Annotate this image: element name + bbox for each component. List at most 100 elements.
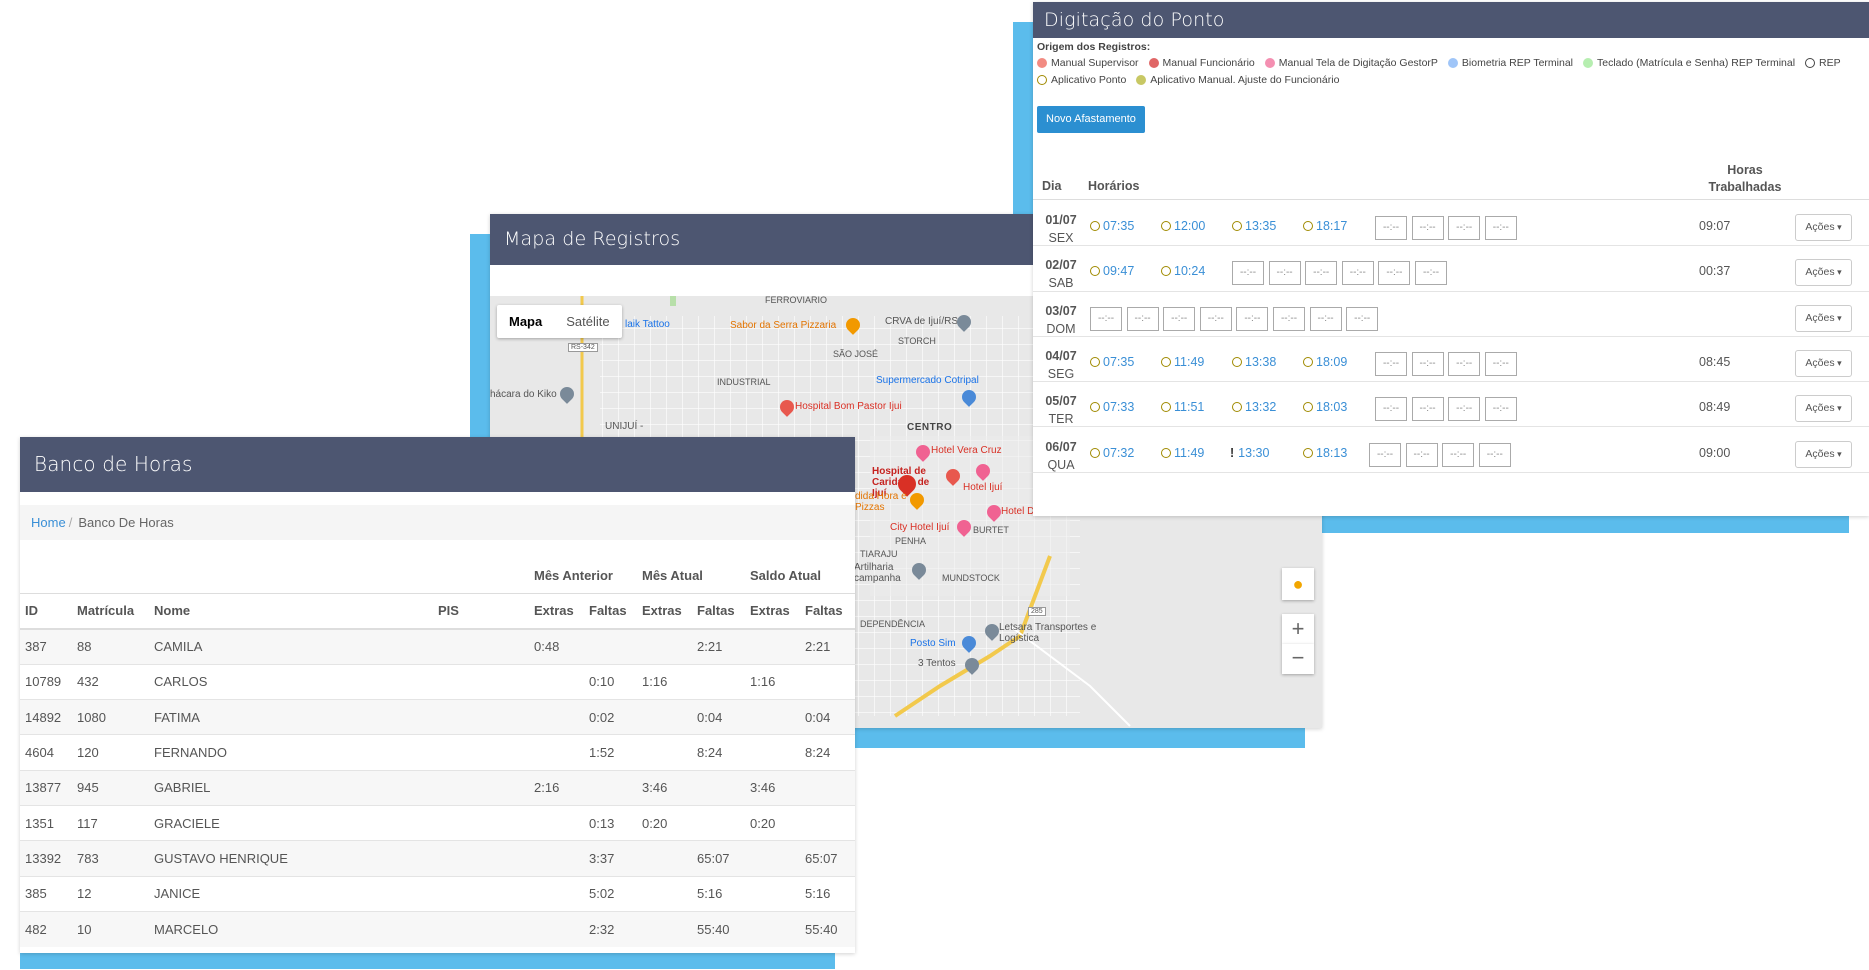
time-slot-input[interactable]: --:-- [1341, 261, 1374, 286]
ponto-day: 03/07 DOM [1041, 302, 1081, 338]
punch-time[interactable]: 18:13 [1303, 446, 1347, 460]
map-type-satelite[interactable]: Satélite [554, 305, 621, 338]
table-row[interactable]: 13877 945 GABRIEL 2:16 3:46 3:46 [20, 769, 855, 806]
breadcrumb-current: Banco De Horas [78, 515, 174, 530]
table-row[interactable]: 4604 120 FERNANDO 1:52 8:24 8:24 [20, 734, 855, 771]
time-slot-input[interactable]: --:-- [1484, 351, 1517, 376]
column-header[interactable]: Extras [529, 592, 584, 630]
time-slot-input[interactable]: --:-- [1448, 351, 1481, 376]
time-slot-input[interactable]: --:-- [1484, 216, 1517, 240]
time-slot-input[interactable]: --:-- [1448, 216, 1481, 240]
table-cell: FERNANDO [149, 734, 433, 771]
table-cell: 1:16 [637, 663, 692, 700]
actions-dropdown-button[interactable]: Ações [1795, 395, 1852, 423]
actions-dropdown-button[interactable]: Ações [1795, 304, 1852, 332]
table-row[interactable]: 385 12 JANICE 5:02 5:16 5:16 [20, 875, 855, 912]
time-slot-input[interactable]: --:-- [1090, 306, 1122, 331]
actions-dropdown-button[interactable]: Ações [1795, 440, 1852, 468]
punch-time[interactable]: 18:17 [1303, 219, 1347, 233]
time-slot-input[interactable]: --:-- [1375, 216, 1407, 240]
map-label-penha: PENHA [895, 536, 927, 546]
column-header[interactable]: Faltas [800, 592, 855, 630]
punch-time[interactable]: 18:09 [1303, 355, 1347, 369]
punch-time[interactable]: 07:33 [1090, 400, 1134, 414]
actions-dropdown-button[interactable]: Ações [1795, 349, 1852, 377]
column-header[interactable]: Extras [745, 592, 800, 630]
column-header[interactable]: Matrícula [72, 592, 149, 630]
table-cell: 1080 [72, 699, 149, 735]
time-slot-input[interactable]: --:-- [1415, 261, 1447, 286]
punch-time[interactable]: 10:24 [1161, 264, 1205, 278]
table-row[interactable]: 14892 1080 FATIMA 0:02 0:04 0:04 [20, 699, 855, 735]
time-slot-input[interactable]: --:-- [1305, 261, 1338, 286]
column-header[interactable]: PIS [433, 592, 529, 630]
time-slot-input[interactable]: --:-- [1378, 261, 1411, 286]
punch-time-value: 13:38 [1245, 354, 1277, 369]
street-view-pegman-icon[interactable]: ● [1282, 568, 1314, 600]
breadcrumb-home-link[interactable]: Home [31, 515, 66, 530]
column-header[interactable]: Extras [637, 592, 692, 630]
punch-time[interactable]: 13:32 [1232, 400, 1276, 414]
ponto-table-header: Dia Horários Horas Trabalhadas [1033, 160, 1869, 200]
time-slot-input[interactable]: --:-- [1309, 306, 1342, 331]
time-slot-input[interactable]: --:-- [1484, 397, 1517, 422]
time-slot-input[interactable]: --:-- [1375, 351, 1407, 376]
time-slot-input[interactable]: --:-- [1126, 306, 1159, 331]
column-header[interactable]: ID [20, 592, 72, 630]
group-mes-anterior: Mês Anterior [534, 568, 613, 584]
punch-time-value: 18:03 [1316, 400, 1348, 415]
punch-time[interactable]: 09:47 [1090, 264, 1134, 278]
time-slot-input[interactable]: --:-- [1268, 261, 1301, 286]
table-row[interactable]: 387 88 CAMILA 0:48 2:21 2:21 [20, 628, 855, 665]
punch-time[interactable]: 11:51 [1161, 400, 1204, 414]
actions-dropdown-button[interactable]: Ações [1795, 259, 1852, 287]
time-slot-input[interactable]: --:-- [1448, 397, 1481, 422]
time-slot-input[interactable]: --:-- [1411, 397, 1444, 422]
time-slot-input[interactable]: --:-- [1369, 442, 1401, 467]
table-row[interactable]: 10789 432 CARLOS 0:10 1:16 1:16 [20, 663, 855, 700]
punch-time[interactable]: ! 13:30 [1230, 446, 1269, 460]
punch-time[interactable]: 18:03 [1303, 400, 1347, 414]
time-slot-input[interactable]: --:-- [1199, 306, 1232, 331]
app-origin-icon [1161, 447, 1171, 458]
time-slot-input[interactable]: --:-- [1273, 306, 1305, 331]
table-row[interactable]: 1351 117 GRACIELE 0:13 0:20 0:20 [20, 804, 855, 841]
table-row[interactable]: 13392 783 GUSTAVO HENRIQUE 3:37 65:07 65:07 [20, 840, 855, 877]
map-type-mapa[interactable]: Mapa [497, 305, 554, 338]
column-header[interactable]: Nome [149, 592, 433, 630]
time-slot-input[interactable]: --:-- [1375, 397, 1407, 422]
table-cell: 0:10 [584, 663, 637, 700]
time-slot-input[interactable]: --:-- [1346, 306, 1379, 331]
table-cell: 3:37 [584, 840, 637, 877]
table-cell: 10789 [20, 663, 72, 700]
column-header[interactable]: Faltas [692, 592, 745, 630]
table-cell: 2:16 [529, 769, 584, 806]
novo-afastamento-button[interactable]: Novo Afastamento [1037, 106, 1145, 133]
punch-time[interactable]: 13:38 [1232, 355, 1276, 369]
zoom-out-button[interactable]: − [1282, 644, 1314, 674]
zoom-in-button[interactable]: + [1282, 614, 1314, 644]
punch-time[interactable]: 12:00 [1161, 219, 1205, 233]
time-slot-input[interactable]: --:-- [1478, 442, 1511, 467]
time-slot-input[interactable]: --:-- [1232, 261, 1264, 286]
table-cell [745, 628, 800, 665]
punch-time[interactable]: 07:35 [1090, 355, 1134, 369]
time-slot-input[interactable]: --:-- [1405, 442, 1438, 467]
punch-time[interactable]: 07:32 [1090, 446, 1134, 460]
time-slot-input[interactable]: --:-- [1236, 306, 1269, 331]
punch-time[interactable]: 11:49 [1161, 446, 1204, 460]
time-slot-input[interactable]: --:-- [1442, 442, 1475, 467]
punch-time[interactable]: 13:35 [1232, 219, 1276, 233]
map-label-ferroviario: FERROVIÁRIO [765, 296, 828, 305]
time-slot-input[interactable]: --:-- [1411, 351, 1444, 376]
time-slot-input[interactable]: --:-- [1411, 216, 1444, 240]
actions-dropdown-button[interactable]: Ações [1795, 214, 1852, 241]
map-label-tentos: 3 Tentos [918, 658, 956, 669]
punch-time[interactable]: 11:49 [1161, 355, 1204, 369]
punch-time[interactable]: 07:35 [1090, 219, 1134, 233]
time-slot-input[interactable]: --:-- [1163, 306, 1196, 331]
column-header[interactable]: Faltas [584, 592, 637, 630]
app-origin-icon [1303, 356, 1313, 367]
table-row[interactable]: 482 10 MARCELO 2:32 55:40 55:40 [20, 910, 855, 947]
table-cell: 13392 [20, 840, 72, 877]
